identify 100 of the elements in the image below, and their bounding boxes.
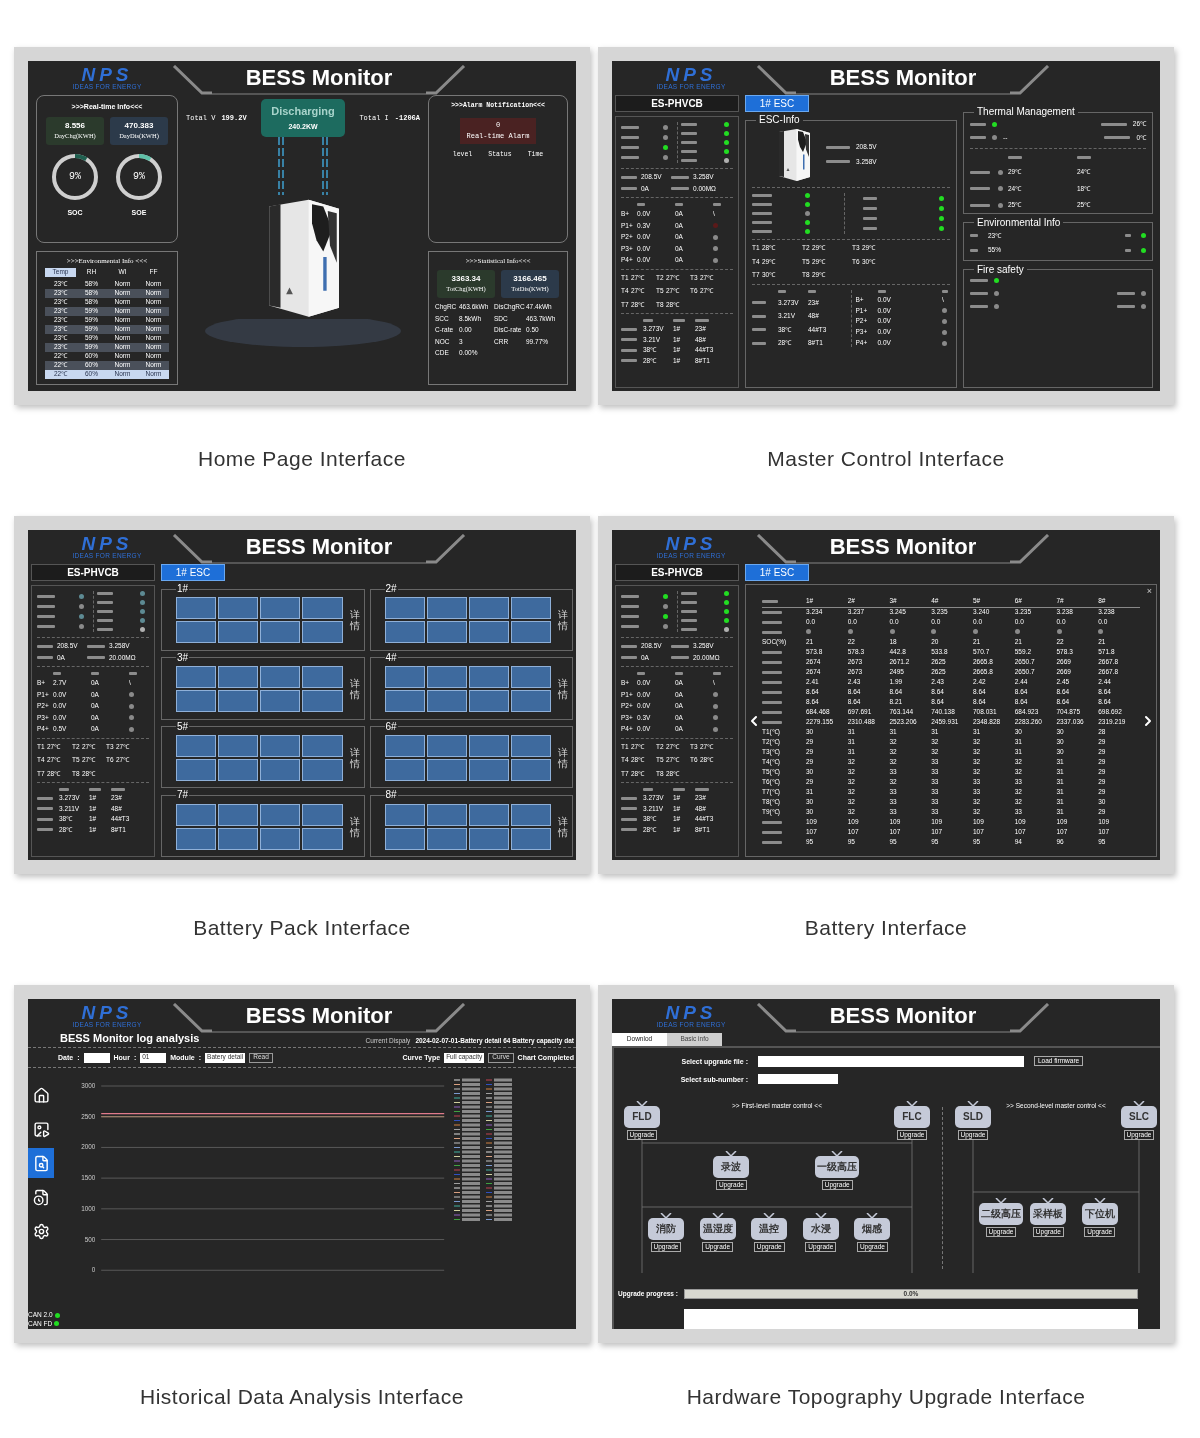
header-slash-drawing — [1010, 1003, 1050, 1033]
blurred-label — [671, 656, 689, 660]
blurred-label — [1125, 234, 1131, 238]
close-button[interactable]: × — [1146, 587, 1152, 596]
blurred-label — [96, 610, 113, 613]
details-button[interactable]: 详情 — [348, 746, 361, 769]
cell-tile — [510, 803, 551, 826]
cell-tile — [426, 690, 467, 713]
cell-tile — [260, 666, 301, 689]
details-button[interactable]: 详情 — [348, 609, 361, 632]
antenna-icon — [905, 1101, 919, 1106]
blurred-label — [1117, 291, 1135, 295]
blurred-label — [1100, 122, 1127, 126]
cell-tile — [176, 597, 217, 620]
header-slash-drawing — [1010, 65, 1050, 95]
details-button[interactable]: 详情 — [557, 678, 569, 701]
cell-tile — [218, 803, 259, 826]
blurred-label — [671, 644, 689, 648]
tab[interactable]: 1# ESC — [745, 564, 809, 581]
device-node: 烟感 — [854, 1218, 891, 1240]
select-field[interactable] — [83, 1052, 110, 1063]
blurred-label — [673, 319, 685, 322]
blurred-label — [808, 289, 816, 293]
cell-tile — [302, 734, 343, 757]
caption: Master Control Interface — [767, 447, 1005, 470]
blurred-label — [96, 601, 113, 604]
blurred-label — [37, 807, 53, 811]
blurred-label — [621, 338, 637, 342]
antenna-icon — [710, 1213, 725, 1218]
blurred-label — [37, 656, 53, 660]
caption: Historical Data Analysis Interface — [140, 1385, 464, 1408]
blurred-label — [752, 328, 766, 332]
blurred-label — [752, 230, 772, 233]
cell-tile — [260, 758, 301, 781]
device-label: ES-PHVCB — [615, 95, 739, 112]
blurred-label — [96, 628, 113, 631]
tab[interactable]: 1# ESC — [161, 564, 225, 581]
details-button[interactable]: 详情 — [557, 746, 569, 769]
blurred-label — [680, 610, 697, 613]
blurred-label — [713, 672, 721, 675]
blurred-label — [37, 817, 53, 821]
blurred-label — [1125, 248, 1131, 252]
blurred-label — [752, 341, 766, 345]
logo-wordmark: NPS — [665, 1003, 717, 1023]
blurred-label — [59, 788, 69, 791]
blurred-label — [637, 672, 645, 675]
app-title: BESS Monitor — [796, 63, 1010, 95]
blurred-label — [752, 203, 772, 206]
blurred-label — [621, 644, 637, 648]
blurred-label — [680, 141, 697, 144]
pack-label: 5# — [176, 721, 190, 732]
panel-title: ESC-Info — [758, 115, 801, 125]
antenna-icon — [635, 1101, 649, 1106]
cell-tile — [302, 758, 343, 781]
device-node: FLC — [894, 1106, 930, 1128]
panel-title: Thermal Management — [976, 107, 1076, 117]
details-button[interactable]: 详情 — [348, 815, 361, 838]
antenna-icon — [1041, 1198, 1056, 1203]
details-button[interactable]: 详情 — [348, 678, 361, 701]
device-node: 录波 — [713, 1156, 750, 1178]
blurred-label — [675, 203, 683, 206]
blurred-label — [752, 194, 772, 197]
blurred-label — [762, 651, 782, 654]
blurred-label — [96, 619, 113, 622]
antenna-icon — [659, 1213, 673, 1218]
cell-tile — [510, 690, 551, 713]
cell-tile — [510, 621, 551, 644]
blurred-label — [970, 203, 990, 207]
blurred-label — [37, 594, 55, 598]
header-slash-drawing — [756, 65, 796, 95]
details-button[interactable]: 详情 — [557, 815, 569, 838]
blurred-label — [87, 656, 105, 660]
blurred-label — [862, 196, 877, 200]
details-button[interactable]: 详情 — [557, 609, 569, 632]
blurred-label — [111, 788, 125, 791]
blurred-label — [762, 711, 782, 714]
blurred-label — [37, 625, 55, 629]
file-input[interactable] — [758, 1055, 1024, 1067]
cell-tile — [426, 803, 467, 826]
blurred-label — [621, 604, 639, 608]
cell-tile — [260, 597, 301, 620]
antenna-icon — [966, 1101, 980, 1106]
pack-label: 3# — [176, 652, 190, 663]
pack-label: 1# — [176, 584, 190, 594]
cell-tile — [426, 666, 467, 689]
app-title: BESS Monitor — [796, 1001, 1010, 1033]
cell-tile — [384, 827, 425, 850]
pack-label: 4# — [384, 652, 398, 663]
cell-tile — [384, 690, 425, 713]
blurred-label — [762, 821, 782, 824]
blurred-label — [970, 234, 978, 238]
blurred-label — [621, 828, 637, 832]
cell-tile — [302, 597, 343, 620]
antenna-icon — [724, 1151, 739, 1156]
tab[interactable]: 1# ESC — [745, 95, 809, 112]
cell-tile — [468, 621, 509, 644]
device-node: SLD — [955, 1106, 991, 1128]
cell-tile — [510, 758, 551, 781]
cell-tile — [260, 690, 301, 713]
antenna-icon — [994, 1198, 1008, 1203]
